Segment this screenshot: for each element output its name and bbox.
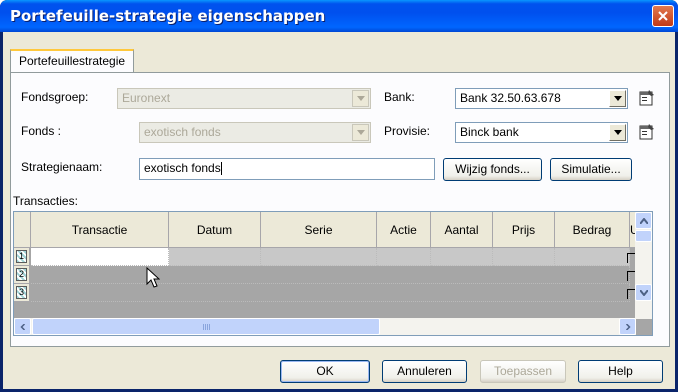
grid-cell[interactable] — [377, 248, 431, 266]
chevron-down-icon — [352, 90, 369, 107]
fonds-label: Fonds : — [21, 124, 62, 138]
scroll-right-button[interactable] — [619, 318, 636, 335]
row-number: 3 — [16, 286, 27, 299]
chevron-down-icon — [639, 289, 648, 296]
column-header-actie[interactable]: Actie — [377, 212, 431, 248]
close-icon — [658, 11, 668, 21]
column-header-serie[interactable]: Serie — [261, 212, 377, 248]
grip-icon — [203, 324, 211, 330]
table-row[interactable]: 3 — [14, 284, 637, 302]
strategienaam-value: exotisch fonds — [144, 161, 221, 175]
grid-cell[interactable] — [31, 248, 169, 266]
grid-cell[interactable] — [431, 248, 493, 266]
help-button[interactable]: Help — [578, 360, 663, 383]
window-title: Portefeuille-strategie eigenschappen — [10, 7, 326, 25]
toepassen-button: Toepassen — [480, 360, 566, 383]
scroll-down-button[interactable] — [635, 284, 652, 301]
table-row[interactable]: 2 — [14, 266, 637, 284]
grid-cell[interactable] — [555, 248, 630, 266]
annuleren-button[interactable]: Annuleren — [382, 360, 467, 383]
grid-cell[interactable] — [493, 248, 555, 266]
chevron-down-icon — [352, 124, 369, 141]
vertical-scrollbar[interactable] — [635, 212, 652, 319]
column-header-prijs[interactable]: Prijs — [493, 212, 555, 248]
column-header-aantal[interactable]: Aantal — [431, 212, 493, 248]
tab-portefeuillestrategie[interactable]: Portefeuillestrategie — [10, 49, 135, 73]
dialog-body: Portefeuillestrategie Fondsgroep: Eurone… — [3, 32, 675, 389]
wijzig-fonds-button[interactable]: Wijzig fonds... — [443, 158, 542, 181]
row-header[interactable]: 2 — [14, 266, 30, 284]
grid-corner — [14, 212, 31, 248]
row-header[interactable]: 1 — [14, 248, 30, 266]
bank-select[interactable]: Bank 32.50.63.678 — [455, 88, 628, 109]
vertical-scroll-thumb[interactable] — [635, 230, 652, 242]
scroll-up-button[interactable] — [635, 212, 652, 229]
fondsgroep-value: Euronext — [122, 91, 171, 105]
fondsgroep-label: Fondsgroep: — [21, 90, 89, 104]
scroll-left-button[interactable] — [14, 318, 31, 335]
ok-button[interactable]: OK — [280, 360, 370, 383]
chevron-down-icon[interactable] — [609, 90, 626, 107]
dialog-window: Portefeuille-strategie eigenschappen Por… — [0, 0, 678, 392]
strategienaam-label: Strategienaam: — [21, 160, 103, 174]
simulatie-button[interactable]: Simulatie... — [550, 158, 632, 181]
mouse-cursor-icon — [146, 267, 160, 288]
provisie-label: Provisie: — [384, 124, 431, 138]
grid-cell[interactable] — [31, 284, 630, 302]
provisie-value: Binck bank — [460, 125, 519, 139]
column-header-transactie[interactable]: Transactie — [31, 212, 169, 248]
column-header-datum[interactable]: Datum — [169, 212, 261, 248]
chevron-right-icon — [625, 323, 631, 330]
strategienaam-input[interactable]: exotisch fonds — [139, 158, 435, 180]
row-header[interactable]: 3 — [14, 284, 30, 302]
row-number: 2 — [16, 268, 27, 281]
provisie-select[interactable]: Binck bank — [455, 122, 628, 143]
horizontal-scroll-thumb[interactable] — [32, 318, 380, 335]
grid-cell[interactable] — [31, 266, 630, 284]
grid-cell[interactable] — [261, 248, 377, 266]
chevron-up-icon — [639, 217, 648, 224]
column-header-bedrag[interactable]: Bedrag — [555, 212, 630, 248]
horizontal-scrollbar[interactable] — [14, 318, 636, 335]
grid-cell[interactable] — [169, 248, 261, 266]
row-number: 1 — [16, 250, 27, 263]
chevron-down-icon[interactable] — [609, 124, 626, 141]
fondsgroep-select: Euronext — [117, 88, 371, 109]
bank-value: Bank 32.50.63.678 — [460, 91, 561, 105]
close-button[interactable] — [652, 5, 674, 27]
title-bar[interactable]: Portefeuille-strategie eigenschappen — [0, 0, 678, 32]
fonds-select: exotisch fonds — [139, 122, 371, 143]
table-row[interactable]: 1 — [14, 248, 637, 266]
properties-icon[interactable] — [638, 89, 656, 107]
fonds-value: exotisch fonds — [144, 125, 221, 139]
transacties-caption: Transacties: — [13, 194, 78, 208]
transacties-grid[interactable]: Transactie Datum Serie Actie Aantal Prij… — [13, 211, 653, 336]
bank-label: Bank: — [384, 90, 415, 104]
properties-icon[interactable] — [638, 123, 656, 141]
chevron-left-icon — [19, 323, 25, 330]
